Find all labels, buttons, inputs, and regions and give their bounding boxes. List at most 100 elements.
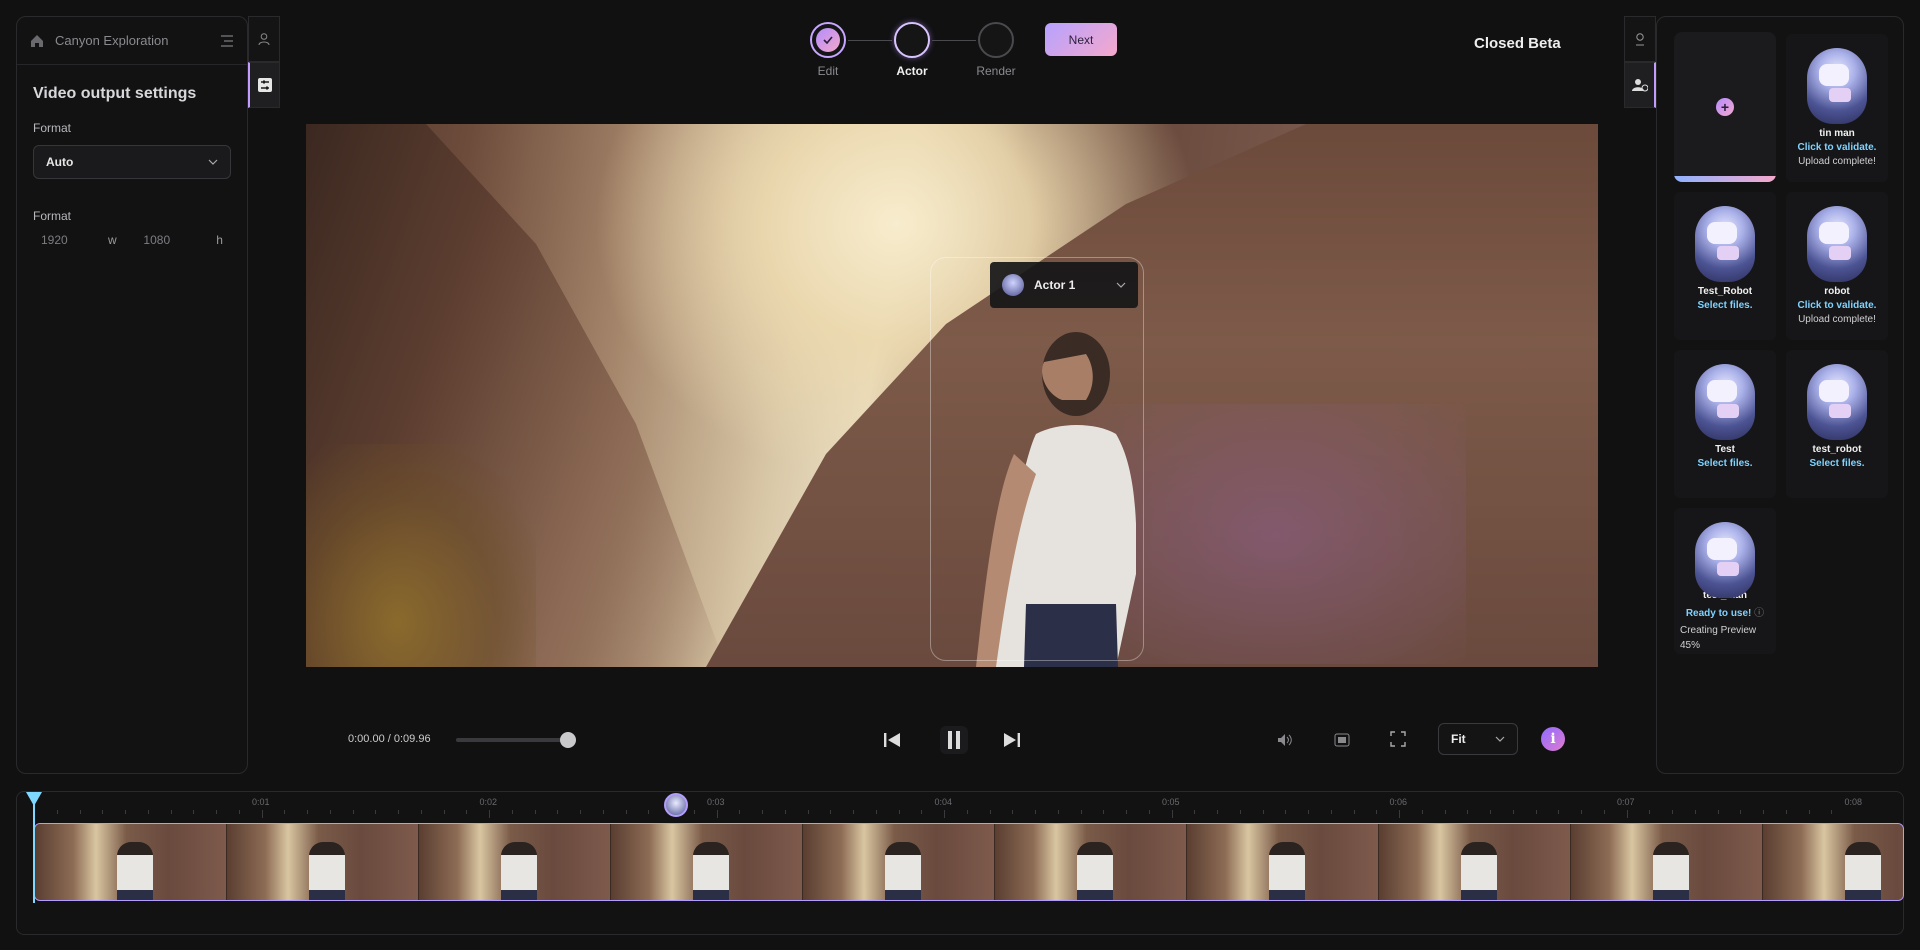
actor-marker[interactable] [664,793,688,817]
chevron-down-icon [1116,282,1126,288]
robot-avatar-icon [1695,206,1755,282]
step-edit-label: Edit [817,64,839,78]
robot-avatar-icon [1695,522,1755,598]
timeline-tick-label: 0:03 [707,797,725,807]
actor-card-name: test_robot [1812,444,1862,455]
format-value: Auto [46,155,74,169]
menu-icon[interactable] [219,34,235,48]
actor-avatar [1002,274,1024,296]
timeline-frame-thumbnail [1379,824,1571,900]
actor-card[interactable]: Test_Robot Select files. [1674,192,1776,340]
skip-forward-button[interactable] [1000,728,1024,752]
playhead[interactable] [33,793,35,903]
timeline-frame-thumbnail [1763,824,1903,900]
project-header: Canyon Exploration [17,17,247,65]
timeline-frame-thumbnail [803,824,995,900]
actor-card[interactable]: Test Select files. [1674,350,1776,498]
timeline-frame-thumbnail [419,824,611,900]
size-label: Format [33,209,72,223]
actor-card-status[interactable]: Select files. [1786,458,1888,469]
time-display: 0:00.00 / 0:09.96 [348,733,431,745]
timeline-clip[interactable] [34,823,1904,901]
actor-name: Actor 1 [1034,278,1076,292]
timeline-tick-label: 0:08 [1844,797,1863,807]
tab-actor[interactable] [248,16,280,62]
format-label: Format [33,121,72,135]
height-field[interactable]: 1080 [143,233,216,247]
slider-handle[interactable] [560,732,576,748]
fullscreen-button[interactable] [1389,730,1407,748]
closed-beta-badge: Closed Beta [1474,35,1561,52]
actor-card-name: tin man [1819,128,1855,139]
actor-card-name: Test_Robot [1697,286,1753,297]
actor-card-status: Ready to use! ⓘ [1685,608,1765,619]
badge-icon [1636,33,1644,46]
timeline-frame-thumbnail [35,824,227,900]
actor-bounding-box[interactable] [930,257,1144,661]
user-icon [258,33,270,46]
bounding-box-toggle[interactable] [1333,731,1351,749]
info-circle-icon[interactable]: ⓘ [1754,608,1764,619]
actor-card-substatus: Upload complete! [1798,156,1876,167]
step-edit[interactable]: Edit [808,22,848,78]
volume-slider-track[interactable] [456,738,568,742]
project-name: Canyon Exploration [55,33,169,48]
preview-progress: 45% [1680,640,1701,651]
actor-card-status[interactable]: Click to validate. [1786,300,1888,311]
timeline-tick-label: 0:06 [1389,797,1408,807]
actor-card[interactable]: test_man Ready to use! ⓘ Creating Previe… [1674,508,1776,654]
speaker-icon [1278,734,1292,746]
tab-settings[interactable] [248,62,280,108]
width-unit: w [107,233,117,247]
next-button[interactable]: Next [1045,23,1117,56]
skip-back-button[interactable] [880,728,904,752]
dimension-fields: 1920 w 1080 h [33,233,231,247]
step-actor-label: Actor [896,64,928,78]
step-actor[interactable]: Actor [892,22,932,78]
video-preview[interactable]: Actor 1 [306,124,1598,667]
timeline-tick-label: 0:01 [252,797,270,807]
actor-card-status[interactable]: Select files. [1674,300,1776,311]
robot-avatar-icon [1695,364,1755,440]
check-icon [823,36,833,44]
actor-card-name: Test [1715,444,1735,455]
timeline-frame-thumbnail [611,824,803,900]
chevron-down-icon [1495,736,1505,742]
skip-forward-icon [1004,733,1020,747]
frame-icon [1334,733,1350,747]
home-icon[interactable] [29,33,45,49]
volume-button[interactable] [1276,731,1294,749]
zoom-select[interactable]: Fit [1438,723,1518,755]
robot-avatar-icon [1807,48,1867,124]
skip-back-icon [884,733,900,747]
tab-actor-library[interactable] [1624,16,1656,62]
right-tab-bar [1624,16,1656,108]
timeline-tick-label: 0:02 [479,797,498,807]
height-unit: h [216,233,223,247]
left-panel: Canyon Exploration Video output settings… [16,16,248,774]
sliders-icon [257,78,272,92]
tab-add-actor[interactable] [1624,62,1656,108]
pause-icon [948,731,960,749]
actor-card[interactable]: robot Click to validate. Upload complete… [1786,192,1888,340]
timeline-frame-thumbnail [995,824,1187,900]
timeline-tick-label: 0:07 [1617,797,1635,807]
step-indicator: Edit Actor Render [808,22,1016,78]
format-select[interactable]: Auto [33,145,231,179]
timeline-frame-thumbnail [1571,824,1763,900]
actor-card-status[interactable]: Click to validate. [1786,142,1888,153]
pause-button[interactable] [940,726,968,754]
robot-avatar-icon [1807,206,1867,282]
step-render[interactable]: Render [976,22,1016,78]
playhead-handle[interactable] [26,792,42,806]
robot-avatar-icon [1807,364,1867,440]
actor-card-status[interactable]: Select files. [1674,458,1776,469]
left-tab-bar [248,16,280,108]
add-actor-card[interactable]: + [1674,32,1776,182]
info-button[interactable]: i [1541,727,1565,751]
width-field[interactable]: 1920 [41,233,108,247]
actor-selector[interactable]: Actor 1 [990,262,1138,308]
actor-card[interactable]: test_robot Select files. [1786,350,1888,498]
actor-card[interactable]: tin man Click to validate. Upload comple… [1786,34,1888,182]
chevron-down-icon [208,159,218,165]
